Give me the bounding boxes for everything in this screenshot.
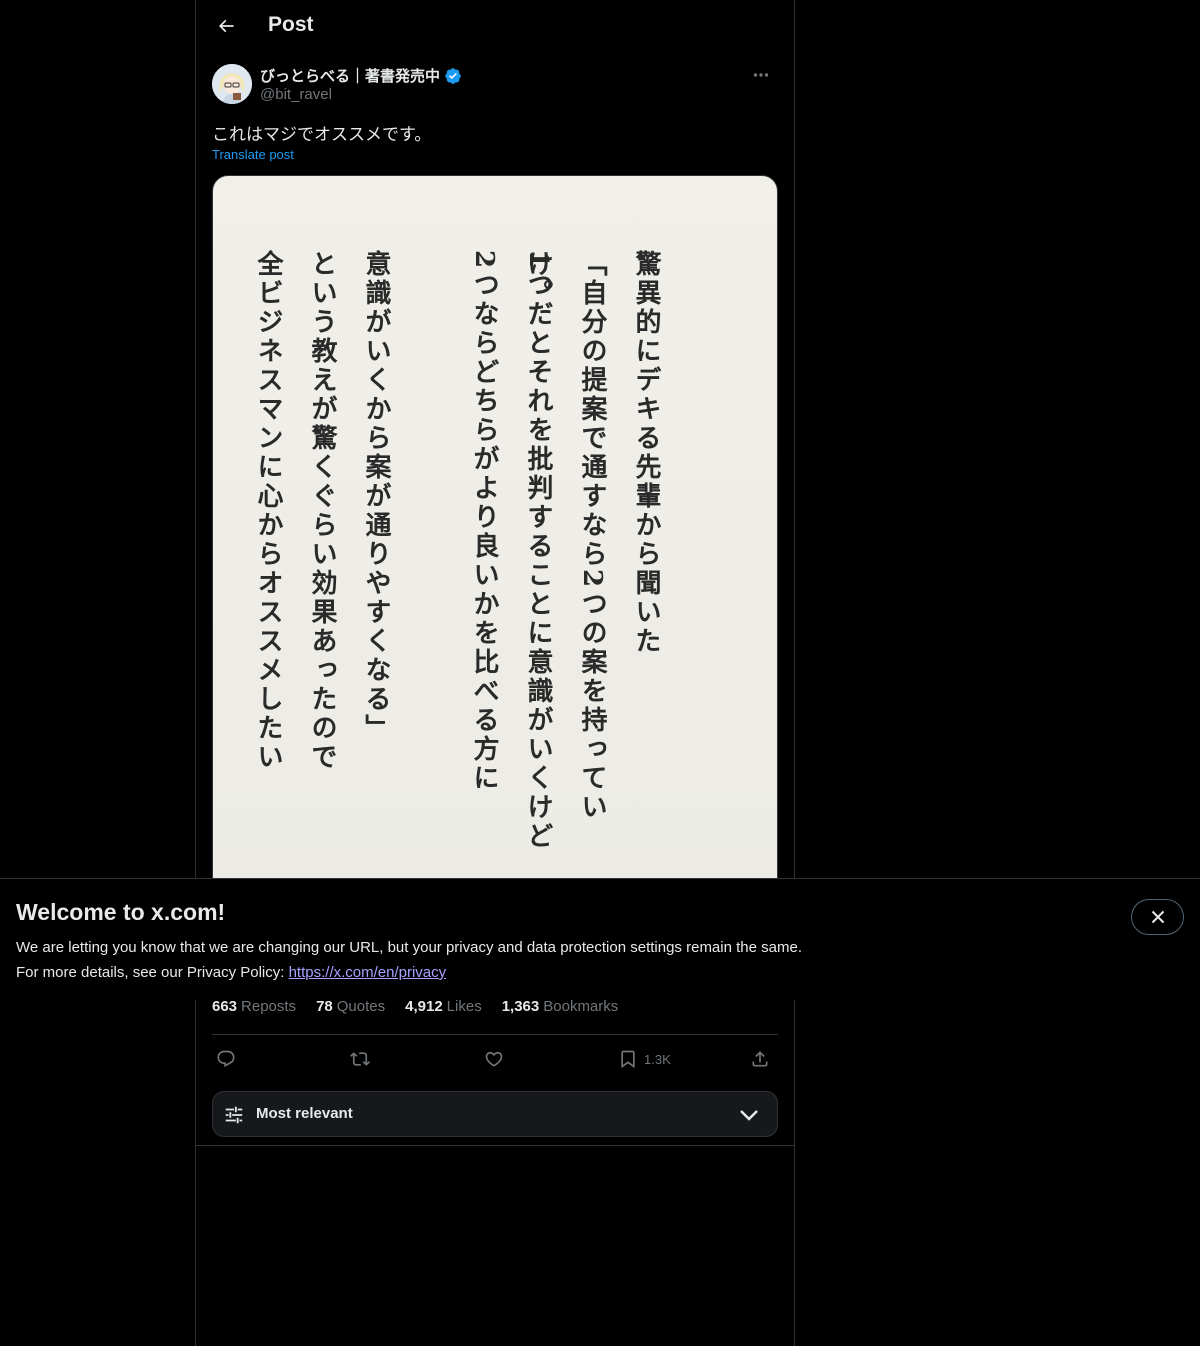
primary-column: Post びっとらべる｜著書発売中 @bit_ravel これはマジでオススメで… xyxy=(195,0,795,1346)
page-header: Post xyxy=(196,0,794,53)
reposts-stat[interactable]: 663 Reposts xyxy=(212,998,296,1015)
image-text-line: 2つならどちらがより良いかを比べる方に xyxy=(469,250,499,794)
image-text: 驚異的にデキる先輩から聞いた 「自分の提案で通すなら2つの案を持っていけ。 1つ… xyxy=(241,250,673,870)
repost-button[interactable] xyxy=(350,1046,370,1072)
quotes-stat[interactable]: 78 Quotes xyxy=(316,998,385,1015)
likes-stat[interactable]: 4,912 Likes xyxy=(405,998,482,1015)
share-button[interactable] xyxy=(750,1046,770,1072)
image-text-line: 1つだとそれを批判することに意識がいくけど xyxy=(523,250,553,852)
image-text-line: 全ビジネスマンに心からオススメしたい xyxy=(253,250,283,772)
image-text-line: 意識がいくから案が通りやすくなる」 xyxy=(361,250,391,743)
repost-icon xyxy=(350,1052,370,1066)
avatar[interactable] xyxy=(212,64,252,104)
like-button[interactable] xyxy=(484,1046,504,1072)
chevron-down-icon xyxy=(740,1110,758,1121)
reply-icon xyxy=(217,1050,235,1068)
banner-line-prefix: For more details, see our Privacy Policy… xyxy=(16,964,289,981)
privacy-policy-link[interactable]: https://x.com/en/privacy xyxy=(289,964,447,981)
translate-post-link[interactable]: Translate post xyxy=(212,147,294,162)
sliders-icon xyxy=(225,1106,243,1124)
divider xyxy=(212,1034,778,1035)
display-name[interactable]: びっとらべる｜著書発売中 xyxy=(260,65,440,86)
divider xyxy=(196,1145,794,1146)
more-icon xyxy=(753,73,769,77)
close-icon xyxy=(1151,910,1164,924)
banner-line: We are letting you know that we are chan… xyxy=(16,939,802,956)
action-bar: 1.3K xyxy=(212,1046,778,1074)
reply-button[interactable] xyxy=(216,1046,236,1072)
image-text-line: という教えが驚くぐらい効果あったので xyxy=(307,250,337,772)
back-arrow-icon xyxy=(218,19,234,33)
back-button[interactable] xyxy=(208,8,244,44)
banner-message: We are letting you know that we are chan… xyxy=(16,935,1016,985)
user-handle[interactable]: @bit_ravel xyxy=(260,86,332,103)
bookmark-count: 1.3K xyxy=(644,1051,671,1067)
post-image[interactable]: 驚異的にデキる先輩から聞いた 「自分の提案で通すなら2つの案を持っていけ。 1つ… xyxy=(212,175,778,895)
banner-line: For more details, see our Privacy Policy… xyxy=(16,960,1016,985)
more-options-button[interactable] xyxy=(744,64,778,86)
post-author: びっとらべる｜著書発売中 @bit_ravel xyxy=(212,64,778,108)
close-banner-button[interactable] xyxy=(1131,899,1184,935)
image-text-line: 驚異的にデキる先輩から聞いた xyxy=(631,250,661,656)
bookmark-icon xyxy=(621,1050,635,1069)
verified-badge-icon xyxy=(445,67,461,84)
bookmark-button[interactable]: 1.3K xyxy=(618,1046,671,1072)
bookmarks-stat[interactable]: 1,363 Bookmarks xyxy=(502,998,619,1015)
post-text: これはマジでオススメです。 xyxy=(212,125,432,144)
name-row: びっとらべる｜著書発売中 xyxy=(260,65,462,86)
image-text-line: 「自分の提案で通すなら2つの案を持っていけ。 xyxy=(523,250,607,823)
engagement-stats: 663 Reposts 78 Quotes 4,912 Likes 1,363 Book… xyxy=(212,998,618,1015)
avatar-illustration xyxy=(212,64,252,104)
share-icon xyxy=(752,1051,768,1067)
replies-sort-dropdown[interactable]: Most relevant xyxy=(212,1091,778,1137)
banner-title: Welcome to x.com! xyxy=(16,899,226,925)
welcome-banner: Welcome to x.com! We are letting you kno… xyxy=(0,878,1200,1000)
sort-label: Most relevant xyxy=(256,1105,353,1122)
like-icon xyxy=(485,1051,503,1067)
page-title: Post xyxy=(268,13,314,36)
